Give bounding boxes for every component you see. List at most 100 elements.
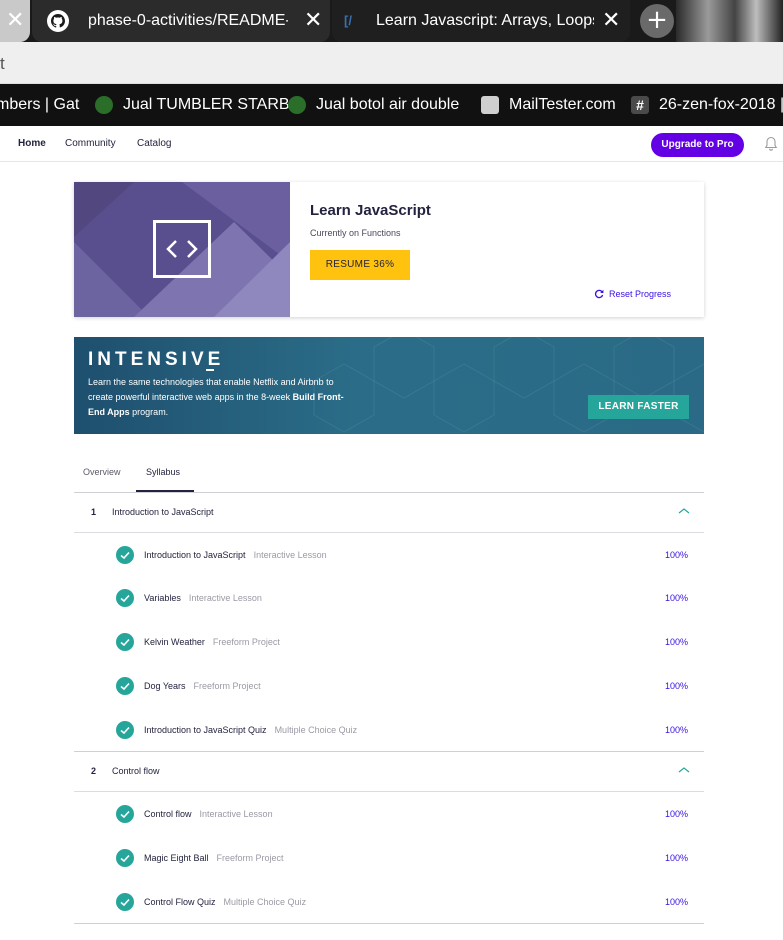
lesson-progress: 100%	[664, 809, 688, 819]
bookmark-label: 26-zen-fox-2018 | I	[659, 96, 783, 113]
lesson-progress: 100%	[664, 550, 688, 560]
lesson-row[interactable]: Magic Eight Ball Freeform Project 100%	[74, 836, 704, 880]
nav-catalog[interactable]: Catalog	[137, 138, 171, 149]
lesson-row[interactable]: Dog Years Freeform Project 100%	[74, 664, 704, 708]
close-icon[interactable]: ✕	[602, 10, 620, 32]
owl-icon	[288, 96, 306, 114]
lesson-name: Magic Eight Ball Freeform Project	[144, 853, 284, 863]
lesson-title: Magic Eight Ball	[144, 853, 209, 863]
tab-title: phase-0-activities/README-WEEK	[88, 12, 288, 29]
lesson-type: Freeform Project	[193, 681, 261, 691]
check-icon	[116, 633, 134, 651]
section-number: 2	[91, 766, 97, 776]
browser-tab-codecademy[interactable]: [/ Learn Javascript: Arrays, Loops & ✕	[332, 0, 630, 42]
lesson-row[interactable]: Introduction to JavaScript Interactive Le…	[74, 533, 704, 577]
lesson-type: Multiple Choice Quiz	[274, 725, 358, 735]
tab-syllabus[interactable]: Syllabus	[146, 467, 180, 477]
intensive-banner[interactable]: INTENSIVE Learn the same technologies th…	[74, 337, 704, 434]
new-tab-button[interactable]: +	[640, 4, 674, 38]
nav-community[interactable]: Community	[65, 138, 116, 149]
lesson-type: Freeform Project	[212, 637, 280, 647]
reset-progress-label: Reset Progress	[609, 289, 672, 299]
lesson-progress: 100%	[664, 853, 688, 863]
tab-title: Learn Javascript: Arrays, Loops &	[376, 12, 594, 29]
reset-progress-link[interactable]: Reset Progress	[594, 289, 671, 299]
address-bar[interactable]: t	[0, 42, 783, 84]
lesson-title: Control flow	[144, 809, 192, 819]
lesson-type: Interactive Lesson	[188, 593, 262, 603]
lesson-row[interactable]: Control flow Interactive Lesson 100%	[74, 792, 704, 836]
course-current-module: Currently on Functions	[310, 228, 401, 238]
bookmark-label: Jual botol air double	[316, 96, 460, 113]
lesson-title: Kelvin Weather	[144, 637, 205, 647]
section-divider	[74, 923, 704, 924]
lesson-title: Introduction to JavaScript Quiz	[144, 725, 267, 735]
codecademy-icon: [/	[344, 13, 352, 28]
lesson-name: Introduction to JavaScript Quiz Multiple …	[144, 725, 357, 735]
bookmark-label: mbers | Gat	[0, 96, 80, 113]
lesson-name: Control Flow Quiz Multiple Choice Quiz	[144, 897, 306, 907]
lesson-title: Variables	[144, 593, 181, 603]
check-icon	[116, 546, 134, 564]
bookmark-item[interactable]: Jual TUMBLER STARB	[95, 94, 290, 116]
owl-icon	[95, 96, 113, 114]
bookmark-label: Jual TUMBLER STARB	[123, 96, 290, 113]
lesson-progress: 100%	[664, 897, 688, 907]
lesson-name: Control flow Interactive Lesson	[144, 809, 273, 819]
lesson-row[interactable]: Variables Interactive Lesson 100%	[74, 576, 704, 620]
lesson-title: Control Flow Quiz	[144, 897, 216, 907]
lesson-row[interactable]: Introduction to JavaScript Quiz Multiple …	[74, 708, 704, 752]
tab-overview[interactable]: Overview	[83, 467, 121, 477]
bookmarks-bar: mbers | Gat Jual TUMBLER STARB Jual boto…	[0, 84, 783, 126]
address-text[interactable]: t	[0, 54, 5, 74]
lesson-type: Multiple Choice Quiz	[223, 897, 307, 907]
bookmark-item[interactable]: MailTester.com	[481, 94, 616, 116]
upgrade-to-pro-button[interactable]: Upgrade to Pro	[651, 133, 744, 157]
chevron-up-icon[interactable]	[678, 507, 690, 515]
section-title: Introduction to JavaScript	[112, 507, 214, 517]
browser-tab-strip: ✕ phase-0-activities/README-WEEK ✕ [/ Le…	[0, 0, 783, 42]
lesson-row[interactable]: Kelvin Weather Freeform Project 100%	[74, 620, 704, 664]
title-cursor	[206, 369, 214, 371]
bookmark-item[interactable]: # 26-zen-fox-2018 | I	[631, 94, 783, 116]
bookmark-item[interactable]: mbers | Gat	[0, 94, 79, 116]
close-icon[interactable]: ✕	[304, 10, 322, 32]
check-icon	[116, 677, 134, 695]
resume-button[interactable]: RESUME 36%	[310, 250, 410, 280]
github-icon	[47, 10, 69, 32]
learn-faster-button[interactable]: LEARN FASTER	[588, 395, 689, 419]
nav-home[interactable]: Home	[18, 138, 46, 149]
window-background	[676, 0, 783, 42]
bookmark-label: MailTester.com	[509, 96, 616, 113]
browser-tab-partial[interactable]: ✕	[0, 0, 30, 42]
syllabus-section-header[interactable]: 1 Introduction to JavaScript	[74, 493, 704, 533]
lesson-name: Dog Years Freeform Project	[144, 681, 261, 691]
lesson-progress: 100%	[664, 593, 688, 603]
bell-icon[interactable]	[764, 136, 778, 152]
check-icon	[116, 721, 134, 739]
lesson-row[interactable]: Control Flow Quiz Multiple Choice Quiz 10…	[74, 880, 704, 924]
chevron-up-icon[interactable]	[678, 766, 690, 774]
lesson-progress: 100%	[664, 725, 688, 735]
lesson-progress: 100%	[664, 681, 688, 691]
lesson-title: Introduction to JavaScript	[144, 550, 246, 560]
lesson-title: Dog Years	[144, 681, 186, 691]
lesson-type: Interactive Lesson	[199, 809, 273, 819]
code-brackets-icon	[153, 220, 211, 278]
lesson-type: Interactive Lesson	[253, 550, 327, 560]
browser-tab-github[interactable]: phase-0-activities/README-WEEK ✕	[32, 0, 330, 42]
course-hero-image	[74, 182, 290, 317]
active-tab-indicator	[136, 490, 194, 492]
lesson-type: Freeform Project	[216, 853, 284, 863]
course-tabs: Overview Syllabus	[74, 455, 704, 493]
syllabus-section-header[interactable]: 2 Control flow	[74, 752, 704, 792]
banner-description: Learn the same technologies that enable …	[88, 375, 348, 420]
close-icon[interactable]: ✕	[6, 10, 24, 32]
course-title: Learn JavaScript	[310, 202, 431, 219]
banner-desc-text-end: program.	[129, 407, 169, 417]
lesson-name: Kelvin Weather Freeform Project	[144, 637, 280, 647]
check-icon	[116, 893, 134, 911]
bookmark-item[interactable]: Jual botol air double	[288, 94, 459, 116]
lesson-progress: 100%	[664, 637, 688, 647]
lesson-name: Variables Interactive Lesson	[144, 593, 262, 603]
